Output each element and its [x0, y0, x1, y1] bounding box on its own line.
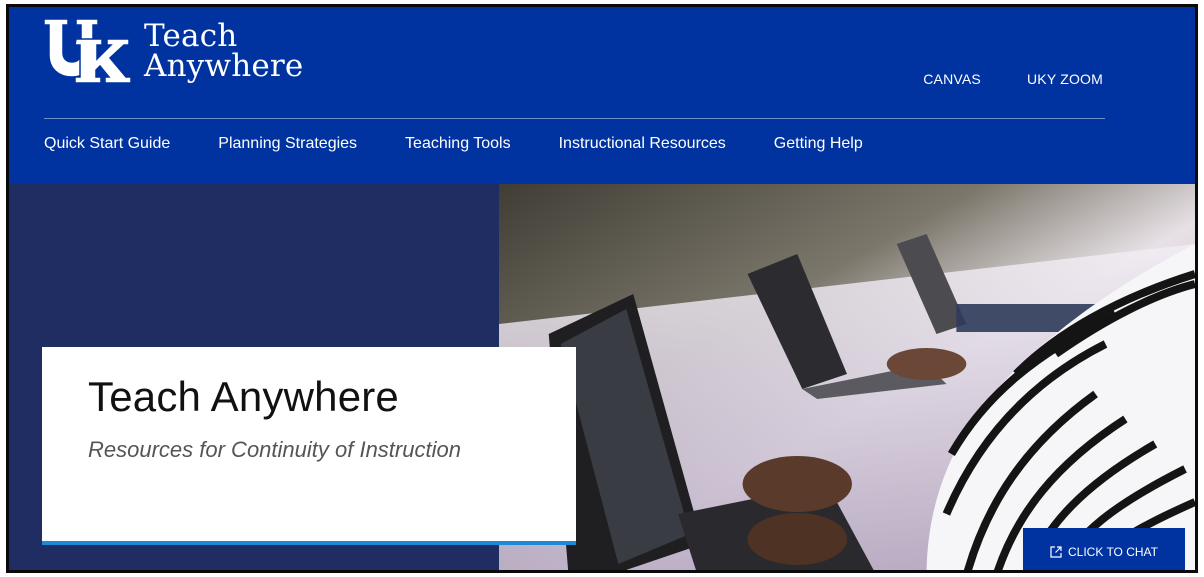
- site-header: Teach Anywhere CANVAS UKY ZOOM Quick Sta…: [9, 7, 1195, 184]
- hero-photo-illustration: [499, 184, 1195, 570]
- nav-instructional-resources[interactable]: Instructional Resources: [559, 135, 726, 153]
- logo-line-2: Anywhere: [144, 48, 304, 84]
- hero-section: Teach Anywhere Resources for Continuity …: [9, 184, 1195, 570]
- click-to-chat-button[interactable]: CLICK TO CHAT: [1023, 528, 1185, 570]
- hero-image: [499, 184, 1195, 570]
- nav-quick-start-guide[interactable]: Quick Start Guide: [44, 135, 170, 153]
- canvas-link[interactable]: CANVAS: [923, 71, 981, 87]
- utility-nav: CANVAS UKY ZOOM: [923, 71, 1103, 87]
- uk-logo-icon: [43, 18, 132, 84]
- logo-wordmark: Teach Anywhere: [144, 18, 304, 84]
- logo-line-1: Teach: [144, 18, 238, 54]
- nav-teaching-tools[interactable]: Teaching Tools: [405, 135, 511, 153]
- external-link-icon: [1050, 546, 1062, 558]
- header-divider: [44, 118, 1105, 119]
- uky-zoom-link[interactable]: UKY ZOOM: [1027, 71, 1103, 87]
- nav-getting-help[interactable]: Getting Help: [774, 135, 863, 153]
- chat-label: CLICK TO CHAT: [1067, 545, 1159, 559]
- page-frame: Teach Anywhere CANVAS UKY ZOOM Quick Sta…: [6, 4, 1198, 573]
- hero-subtitle: Resources for Continuity of Instruction: [88, 437, 461, 462]
- hero-card: Teach Anywhere Resources for Continuity …: [42, 347, 576, 545]
- hero-title: Teach Anywhere: [88, 373, 399, 420]
- nav-planning-strategies[interactable]: Planning Strategies: [218, 135, 357, 153]
- main-nav: Quick Start Guide Planning Strategies Te…: [44, 135, 911, 153]
- site-logo[interactable]: Teach Anywhere: [42, 17, 303, 85]
